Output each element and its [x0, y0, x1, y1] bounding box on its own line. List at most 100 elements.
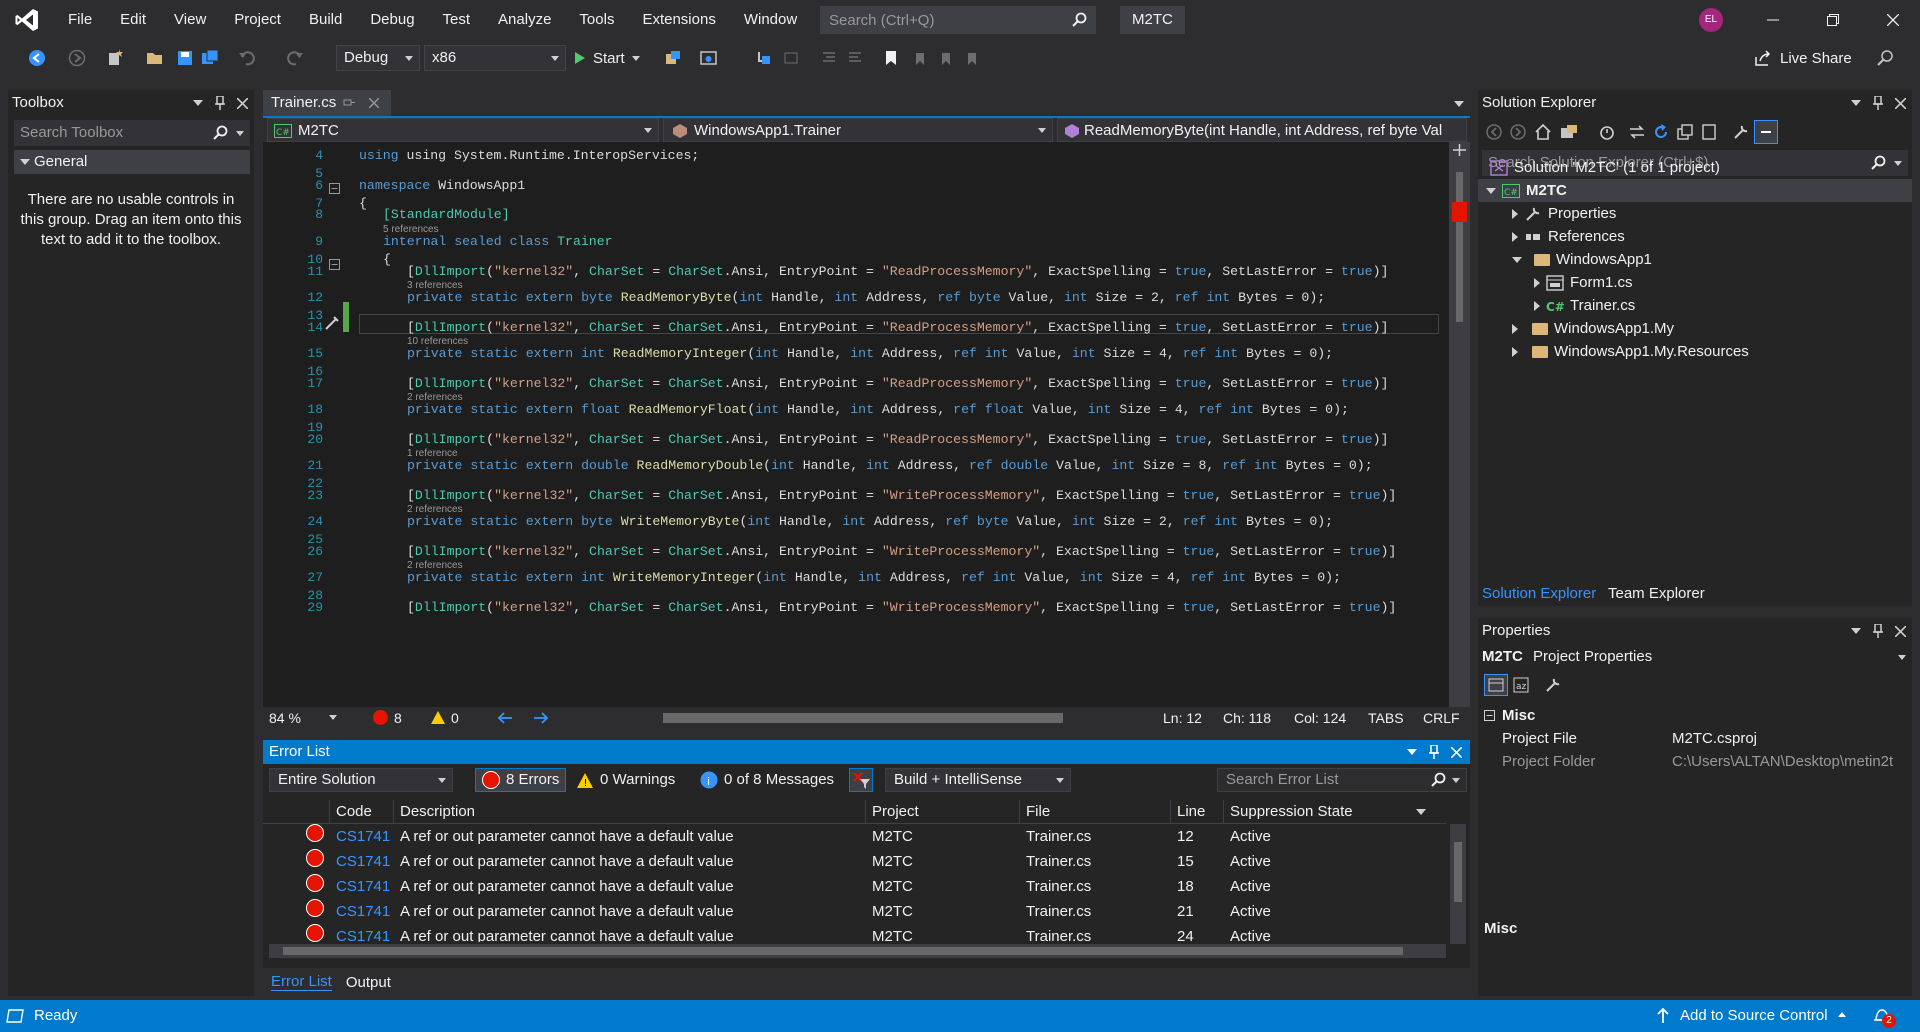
menu-extensions[interactable]: Extensions	[628, 0, 729, 40]
tree-solution[interactable]: Solution 'M2TC' (1 of 1 project)	[1490, 156, 1720, 179]
expand-arrow-icon[interactable]	[1486, 187, 1496, 194]
collapse-all-icon[interactable]	[1676, 123, 1694, 141]
error-count-icon[interactable]	[373, 710, 388, 725]
dropdown-icon[interactable]	[193, 100, 203, 106]
column-suppression-state[interactable]: Suppression State	[1223, 800, 1353, 824]
column-description[interactable]: Description	[393, 800, 475, 824]
refresh-icon[interactable]	[1652, 123, 1670, 141]
filter-arrow-icon[interactable]	[1416, 809, 1426, 815]
menu-edit[interactable]: Edit	[106, 0, 160, 40]
errors-filter-button[interactable]: 8 Errors	[475, 768, 567, 792]
menu-window[interactable]: Window	[730, 0, 811, 40]
start-debugging-button[interactable]: Start	[574, 45, 640, 71]
sync-icon[interactable]	[1628, 123, 1646, 141]
solution-platform-dropdown[interactable]: x86	[424, 45, 566, 71]
redo-icon[interactable]	[286, 49, 304, 67]
warning-count[interactable]: 0	[451, 710, 459, 726]
feedback-icon[interactable]	[1876, 49, 1894, 67]
minimize-button[interactable]	[1746, 0, 1800, 40]
tree-folder-my[interactable]: WindowsApp1.My	[1512, 317, 1674, 340]
warnings-filter-button[interactable]: ! 0 Warnings	[569, 768, 682, 792]
category-misc[interactable]: Misc	[1478, 704, 1912, 727]
forward-icon[interactable]	[1510, 124, 1526, 140]
show-all-files-icon[interactable]	[1700, 123, 1718, 141]
editor-vertical-scrollbar[interactable]	[1449, 142, 1470, 707]
tab-overflow-icon[interactable]	[1454, 101, 1464, 107]
solution-configuration-dropdown[interactable]: Debug	[336, 45, 420, 71]
menu-debug[interactable]: Debug	[356, 0, 428, 40]
build-source-dropdown[interactable]: Build + IntelliSense	[885, 768, 1071, 792]
column-line[interactable]: Line	[1170, 800, 1205, 824]
zoom-level[interactable]: 84 %	[269, 710, 301, 726]
tree-folder-windowsapp1[interactable]: WindowsApp1	[1512, 248, 1652, 271]
collapse-icon[interactable]	[1484, 710, 1495, 721]
open-file-icon[interactable]	[146, 49, 164, 67]
close-icon[interactable]	[237, 97, 248, 109]
expand-arrow-icon[interactable]	[1534, 300, 1540, 311]
expand-arrow-icon[interactable]	[1512, 323, 1518, 334]
project-dropdown[interactable]: C# M2TC	[267, 118, 659, 142]
toolbox-search-input[interactable]: Search Toolbox	[14, 120, 250, 146]
menu-tools[interactable]: Tools	[565, 0, 628, 40]
tab-team-explorer[interactable]: Team Explorer	[1608, 582, 1705, 606]
error-code-link[interactable]: CS1741	[336, 824, 390, 849]
pin-icon[interactable]	[343, 97, 355, 109]
browser-link-icon[interactable]	[664, 49, 682, 67]
navigate-forward-icon[interactable]	[533, 711, 549, 725]
error-search-input[interactable]: Search Error List	[1217, 768, 1467, 792]
alphabetical-icon[interactable]: az	[1512, 676, 1532, 694]
expand-arrow-icon[interactable]	[1512, 256, 1522, 263]
tree-references[interactable]: References	[1512, 225, 1625, 248]
error-code-link[interactable]: CS1741	[336, 924, 390, 942]
code-editor[interactable]: 4 5 6 7 8 9 10 11 12 13 14 15 16 17 18 19 20 21 22 23 24 25 26…	[263, 142, 1449, 707]
horizontal-scroll-thumb[interactable]	[663, 713, 1063, 723]
clear-bookmarks-icon[interactable]	[962, 49, 980, 67]
pin-icon[interactable]	[1873, 624, 1883, 638]
menu-test[interactable]: Test	[429, 0, 485, 40]
tree-file-trainer[interactable]: C# Trainer.cs	[1534, 294, 1635, 317]
close-tab-icon[interactable]	[369, 98, 379, 108]
pin-icon[interactable]	[1873, 96, 1883, 110]
tab-output[interactable]: Output	[346, 974, 391, 991]
column-file[interactable]: File	[1019, 800, 1050, 824]
table-row[interactable]: CS1741 A ref or out parameter cannot hav…	[263, 874, 1446, 899]
table-row[interactable]: CS1741 A ref or out parameter cannot hav…	[263, 824, 1446, 849]
new-project-icon[interactable]	[106, 49, 124, 67]
column-project[interactable]: Project	[865, 800, 919, 824]
window-icon[interactable]	[700, 49, 718, 67]
filter-toggle-icon[interactable]	[849, 768, 873, 792]
whitespace-indicator[interactable]: TABS	[1368, 710, 1404, 726]
table-row[interactable]: CS1741 A ref or out parameter cannot hav…	[263, 924, 1446, 942]
pending-changes-icon[interactable]	[1598, 123, 1616, 141]
table-row[interactable]: CS1741 A ref or out parameter cannot hav…	[263, 899, 1446, 924]
column-code[interactable]: Code	[329, 800, 372, 824]
save-icon[interactable]	[176, 49, 194, 67]
close-icon[interactable]	[1451, 746, 1462, 758]
prev-bookmark-icon[interactable]	[910, 49, 928, 67]
expand-arrow-icon[interactable]	[1512, 346, 1518, 357]
toolbox-group-general[interactable]: General	[14, 150, 250, 174]
close-window-button[interactable]	[1866, 0, 1920, 40]
error-list-hscrollbar[interactable]	[269, 944, 1446, 958]
object-selector[interactable]: M2TC Project Properties	[1482, 646, 1908, 668]
warning-count-icon[interactable]	[430, 710, 446, 725]
add-to-source-control-button[interactable]: Add to Source Control	[1680, 1007, 1828, 1024]
comment-icon[interactable]	[820, 49, 838, 67]
restore-button[interactable]	[1806, 0, 1860, 40]
live-share-button[interactable]: Live Share	[1754, 45, 1852, 71]
visual-studio-logo-icon[interactable]	[0, 0, 54, 40]
tree-file-form1[interactable]: Form1.cs	[1534, 271, 1633, 294]
pin-icon[interactable]	[215, 96, 225, 110]
member-dropdown[interactable]: ReadMemoryByte(int Handle, int Address, …	[1057, 118, 1467, 142]
collapse-namespace-icon[interactable]	[329, 183, 340, 194]
tab-error-list[interactable]: Error List	[271, 973, 332, 991]
global-search-input[interactable]: Search (Ctrl+Q)	[820, 6, 1096, 34]
forward-icon[interactable]	[68, 49, 86, 67]
scroll-thumb[interactable]	[1456, 172, 1463, 322]
next-bookmark-icon[interactable]	[936, 49, 954, 67]
tab-trainer-cs[interactable]: Trainer.cs	[263, 90, 391, 116]
expand-arrow-icon[interactable]	[1512, 208, 1518, 219]
messages-filter-button[interactable]: i 0 of 8 Messages	[693, 768, 841, 792]
property-row[interactable]: Project File M2TC.csproj	[1478, 727, 1912, 750]
pin-icon[interactable]	[1429, 745, 1439, 759]
